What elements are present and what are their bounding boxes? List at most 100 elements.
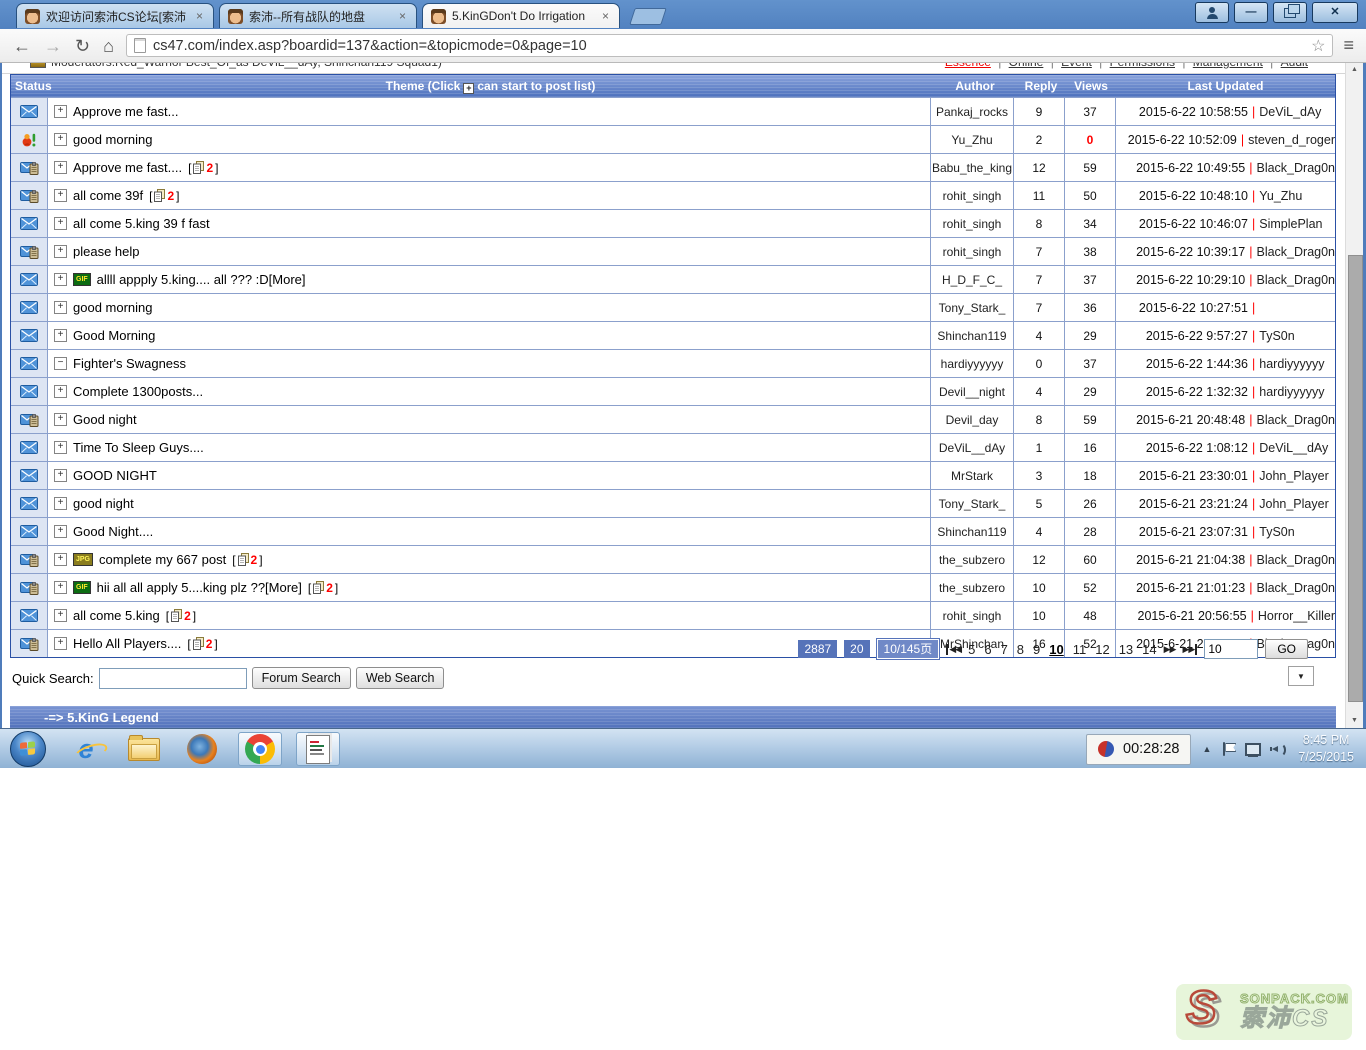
author-link[interactable]: Devil_day (946, 413, 999, 427)
author-link[interactable]: Yu_Zhu (951, 133, 992, 147)
author-link[interactable]: hardiyyyyyy (941, 357, 1004, 371)
expand-toggle[interactable]: + (54, 469, 67, 482)
last-reply-author-link[interactable]: John_Player (1259, 469, 1329, 483)
author-link[interactable]: MrStark (951, 469, 993, 483)
tab-close-icon[interactable]: × (397, 10, 408, 22)
thread-title-link[interactable]: Approve me fast.... (73, 160, 182, 175)
last-reply-author-link[interactable]: DeViL__dAy (1259, 441, 1328, 455)
current-page-number[interactable]: 10 (1049, 642, 1063, 657)
expand-toggle[interactable]: + (54, 637, 67, 650)
network-icon[interactable] (1245, 743, 1261, 756)
thread-title-link[interactable]: Good night (73, 412, 137, 427)
thread-title-link[interactable]: Good Morning (73, 328, 155, 343)
thread-title-link[interactable]: complete my 667 post (99, 552, 226, 567)
scroll-down-icon[interactable]: ▼ (1346, 713, 1363, 728)
author-link[interactable]: Shinchan119 (937, 329, 1006, 343)
author-link[interactable]: rohit_singh (943, 245, 1002, 259)
pages-indicator[interactable]: [ 2 ] (149, 189, 179, 203)
hidden-icons-arrow[interactable]: ▲ (1202, 744, 1211, 754)
last-reply-author-link[interactable]: Black_Drag0n (1256, 581, 1335, 595)
board-link[interactable]: Permissions (1110, 62, 1175, 69)
taskbar-app-internet-explorer[interactable]: e (64, 732, 108, 766)
board-footer-title[interactable]: -=> 5.KinG Legend (44, 710, 159, 725)
next-page-icon[interactable]: ▶▶ (1164, 644, 1176, 655)
tab-close-icon[interactable]: × (600, 10, 611, 22)
thread-title-link[interactable]: hii all all apply 5....king plz ??[More] (97, 580, 302, 595)
new-tab-button[interactable] (629, 8, 667, 25)
thread-title-link[interactable]: Approve me fast... (73, 104, 179, 119)
board-link[interactable]: Audit (1281, 62, 1308, 69)
thread-title-link[interactable]: Hello All Players.... (73, 636, 181, 651)
author-link[interactable]: H_D_F_C_ (942, 273, 1002, 287)
last-reply-author-link[interactable]: hardiyyyyyy (1259, 357, 1324, 371)
quick-search-input[interactable] (99, 668, 247, 689)
last-reply-author-link[interactable]: DeViL_dAy (1259, 105, 1321, 119)
expand-toggle[interactable]: + (54, 105, 67, 118)
last-reply-author-link[interactable]: hardiyyyyyy (1259, 385, 1324, 399)
expand-toggle[interactable]: + (54, 441, 67, 454)
last-reply-author-link[interactable]: Black_Drag0n (1256, 273, 1335, 287)
thread-title-link[interactable]: Good Night.... (73, 524, 153, 539)
taskbar-app-start[interactable] (6, 732, 50, 766)
expand-toggle[interactable]: − (54, 357, 67, 370)
taskbar-app-document-viewer[interactable] (296, 732, 340, 766)
thread-title-link[interactable]: Time To Sleep Guys.... (73, 440, 204, 455)
author-link[interactable]: Devil__night (939, 385, 1005, 399)
menu-icon[interactable]: ≡ (1343, 35, 1354, 56)
board-link[interactable]: Essence (945, 62, 991, 69)
thread-title-link[interactable]: all come 5.king 39 f fast (73, 216, 210, 231)
forward-button[interactable]: → (44, 37, 62, 55)
last-reply-author-link[interactable]: SimplePlan (1259, 217, 1322, 231)
last-reply-author-link[interactable]: Black_Drag0n (1256, 413, 1335, 427)
page-number-link[interactable]: 13 (1119, 642, 1133, 657)
tab-close-icon[interactable]: × (194, 10, 205, 22)
last-reply-author-link[interactable]: steven_d_roger (1248, 133, 1335, 147)
browser-tab[interactable]: 索沛--所有战队的地盘× (219, 3, 417, 28)
first-page-icon[interactable]: ◀◀ (946, 644, 961, 655)
author-link[interactable]: rohit_singh (943, 217, 1002, 231)
author-link[interactable]: Pankaj_rocks (936, 105, 1008, 119)
thread-title-link[interactable]: good morning (73, 132, 153, 147)
url-bar[interactable]: cs47.com/index.asp?boardid=137&action=&t… (126, 34, 1334, 57)
author-link[interactable]: DeViL__dAy (939, 441, 1005, 455)
timer-widget[interactable]: 00:28:28 (1086, 734, 1191, 765)
expand-toggle[interactable]: + (54, 161, 67, 174)
expand-toggle[interactable]: + (54, 553, 67, 566)
forum-search-button[interactable]: Forum Search (252, 667, 351, 689)
page-number-link[interactable]: 14 (1142, 642, 1156, 657)
page-number-link[interactable]: 12 (1095, 642, 1109, 657)
url-text[interactable]: cs47.com/index.asp?boardid=137&action=&t… (153, 38, 1304, 54)
pages-indicator[interactable]: [ 2 ] (232, 553, 262, 567)
home-button[interactable]: ⌂ (103, 37, 114, 55)
expand-toggle[interactable]: + (54, 133, 67, 146)
jump-page-input[interactable] (1204, 639, 1258, 659)
last-reply-author-link[interactable]: Black_Drag0n (1256, 161, 1335, 175)
browser-tab[interactable]: 欢迎访问索沛CS论坛[索沛× (16, 3, 214, 28)
board-link[interactable]: Event (1061, 62, 1092, 69)
pages-indicator[interactable]: [ 2 ] (166, 609, 196, 623)
restore-button[interactable] (1273, 2, 1307, 23)
profile-button[interactable] (1195, 2, 1229, 23)
expand-toggle[interactable]: + (54, 581, 67, 594)
page-scrollbar[interactable]: ▲ ▼ (1345, 62, 1363, 728)
minimize-button[interactable]: — (1234, 2, 1268, 23)
expand-toggle[interactable]: + (54, 609, 67, 622)
reload-button[interactable]: ↻ (75, 37, 90, 55)
expand-toggle[interactable]: + (54, 301, 67, 314)
thread-title-link[interactable]: GOOD NIGHT (73, 468, 157, 483)
taskbar-clock[interactable]: 8:45 PM 7/25/2015 (1298, 732, 1360, 766)
thread-title-link[interactable]: good night (73, 496, 134, 511)
last-reply-author-link[interactable]: John_Player (1259, 497, 1329, 511)
page-number-link[interactable]: 5 (968, 642, 975, 657)
page-number-link[interactable]: 9 (1033, 642, 1040, 657)
action-center-flag-icon[interactable] (1222, 742, 1234, 756)
go-button[interactable]: GO (1265, 639, 1308, 659)
author-link[interactable]: the_subzero (939, 553, 1005, 567)
expand-toggle[interactable]: + (54, 189, 67, 202)
thread-title-link[interactable]: good morning (73, 300, 153, 315)
expand-toggle[interactable]: + (54, 273, 67, 286)
last-reply-author-link[interactable]: Yu_Zhu (1259, 189, 1302, 203)
taskbar-app-chrome[interactable] (238, 732, 282, 766)
taskbar-app-firefox[interactable] (180, 732, 224, 766)
author-link[interactable]: Shinchan119 (937, 525, 1006, 539)
